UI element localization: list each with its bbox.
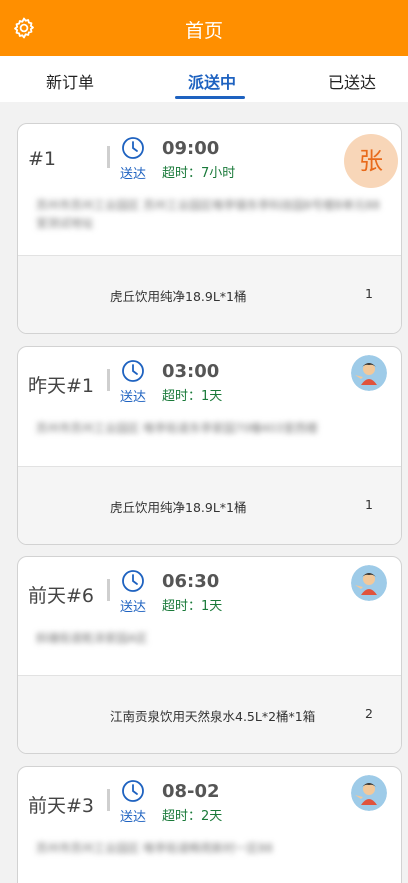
avatar <box>351 565 387 601</box>
delivery-label: 送达 <box>120 600 147 615</box>
delivery-label: 送达 <box>120 167 147 182</box>
order-number: 昨天#1 <box>28 375 95 397</box>
active-tab-indicator <box>175 96 245 99</box>
divider <box>107 579 110 601</box>
order-card[interactable]: 前天#6 送达 06:30 超时：1天 斜塘街道乾泽家园A区 江南贡泉饮用天然泉… <box>17 556 402 754</box>
overdue-status: 超时：1天 <box>162 599 223 614</box>
order-number: 前天#6 <box>28 585 95 607</box>
app-header: 首页 <box>0 0 408 56</box>
overdue-status: 超时：1天 <box>162 389 223 404</box>
order-number: #1 <box>28 148 57 170</box>
avatar <box>351 355 387 391</box>
delivery-time: 08-02 <box>162 781 220 802</box>
overdue-status: 超时：7小时 <box>162 166 236 181</box>
delivery-label: 送达 <box>120 810 147 825</box>
order-card[interactable]: 前天#3 送达 08-02 超时：2天 苏州市苏州工业园区 唯亭街道畅苑新村一区… <box>17 766 402 883</box>
page-title: 首页 <box>184 20 223 42</box>
product-quantity: 1 <box>365 497 373 512</box>
divider <box>107 789 110 811</box>
product-name: 虎丘饮用纯净18.9L*1桶 <box>110 500 247 515</box>
order-items: 江南贡泉饮用天然泉水4.5L*2桶*1箱 2 <box>18 675 401 753</box>
delivery-time: 03:00 <box>162 361 220 382</box>
product-name: 虎丘饮用纯净18.9L*1桶 <box>110 289 247 304</box>
delivery-address: 斜塘街道乾泽家园A区 <box>36 631 148 645</box>
tab-delivered[interactable]: 已送达 <box>328 69 376 93</box>
clock-icon <box>122 780 144 802</box>
overdue-status: 超时：2天 <box>162 809 223 824</box>
delivery-label: 送达 <box>120 390 147 405</box>
tab-delivering[interactable]: 派送中 <box>188 69 236 93</box>
order-card[interactable]: #1 送达 09:00 超时：7小时 张 苏州市苏州工业园区 苏州工业园区唯亭镇… <box>17 123 402 334</box>
order-number: 前天#3 <box>28 795 95 817</box>
courier-badge: 张 <box>344 134 398 188</box>
clock-icon <box>122 137 144 159</box>
delivery-address: 苏州市苏州工业园区 唯亭街道东亭家园70幢403室西楼 <box>36 421 318 435</box>
delivery-time: 09:00 <box>162 138 220 159</box>
product-quantity: 1 <box>365 286 373 301</box>
divider <box>107 146 110 168</box>
order-items: 虎丘饮用纯净18.9L*1桶 1 <box>18 466 401 544</box>
delivery-time: 06:30 <box>162 571 220 592</box>
tab-new-orders[interactable]: 新订单 <box>46 69 94 93</box>
delivery-address: 苏州市苏州工业园区 唯亭街道畅苑新村一区88 <box>36 841 273 855</box>
product-quantity: 2 <box>365 706 373 721</box>
avatar <box>351 775 387 811</box>
order-card[interactable]: 昨天#1 送达 03:00 超时：1天 苏州市苏州工业园区 唯亭街道东亭家园70… <box>17 346 402 545</box>
status-tabs: 新订单 派送中 已送达 <box>0 56 408 102</box>
clock-icon <box>122 570 144 592</box>
divider <box>107 369 110 391</box>
delivery-address: 苏州市苏州工业园区 苏州工业园区唯亭镇东亭科技园8号楼B单元88室测试地址 <box>36 198 380 230</box>
clock-icon <box>122 360 144 382</box>
order-items: 虎丘饮用纯净18.9L*1桶 1 <box>18 255 401 333</box>
product-name: 江南贡泉饮用天然泉水4.5L*2桶*1箱 <box>110 709 316 724</box>
